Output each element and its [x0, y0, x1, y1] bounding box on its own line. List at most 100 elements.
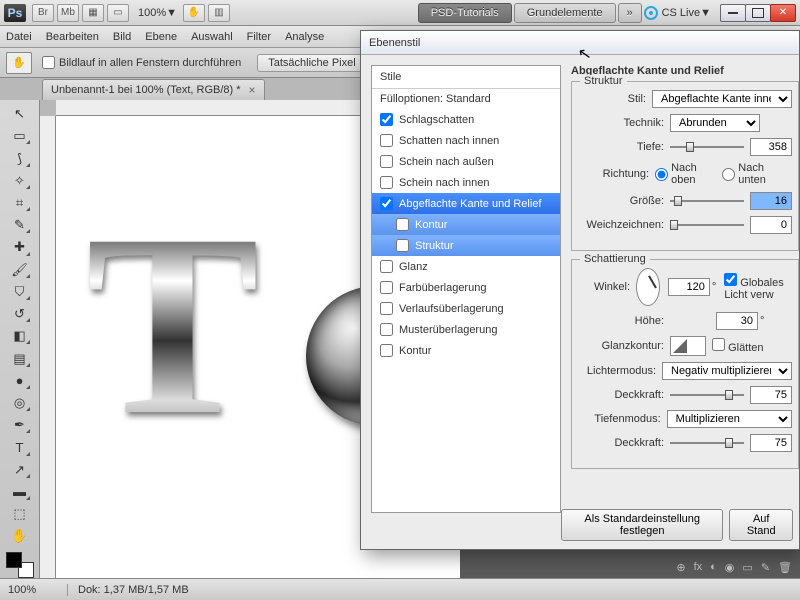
deck1-slider[interactable] — [670, 388, 744, 402]
dialog-footer: Als Standardeinstellung festlegen Auf St… — [561, 509, 793, 541]
eraser-tool[interactable]: ◧ — [8, 326, 32, 346]
new-layer-icon[interactable]: ✎ — [761, 561, 770, 574]
color-swatches[interactable] — [6, 552, 34, 578]
technik-select[interactable]: Abrunden — [670, 114, 760, 132]
lichtermodus-select[interactable]: Negativ multiplizieren — [662, 362, 792, 380]
healing-tool[interactable]: ✚ — [8, 237, 32, 257]
status-zoom[interactable]: 100% — [8, 584, 68, 596]
eyedropper-tool[interactable]: ✎ — [8, 215, 32, 235]
deck2-slider[interactable] — [670, 436, 744, 450]
blur-tool[interactable]: ● — [8, 371, 32, 391]
menu-analyse[interactable]: Analyse — [285, 31, 324, 43]
3d-tool[interactable]: ⬚ — [8, 504, 32, 524]
style-bevel-contour[interactable]: Kontur — [372, 214, 560, 235]
hand-tool-icon[interactable]: ✋ — [6, 52, 32, 74]
workspace-tab-grundelemente[interactable]: Grundelemente — [514, 3, 616, 23]
gloss-contour[interactable] — [670, 336, 706, 356]
mask-icon[interactable]: ◐ — [710, 561, 717, 574]
zoom-level[interactable]: 100% ▼ — [138, 7, 177, 19]
tiefenmodus-select[interactable]: Multiplizieren — [667, 410, 792, 428]
window-minimize[interactable] — [720, 4, 746, 22]
move-tool[interactable]: ↖ — [8, 104, 32, 124]
brush-tool[interactable]: 🖌 — [8, 260, 32, 280]
style-stroke[interactable]: Kontur — [372, 340, 560, 361]
groesse-label: Größe: — [578, 195, 664, 207]
marquee-tool[interactable]: ▭ — [8, 126, 32, 146]
shape-tool[interactable]: ▬ — [8, 482, 32, 502]
hand-tool[interactable]: ✋ — [8, 526, 32, 546]
groesse-slider[interactable] — [670, 194, 744, 208]
close-icon[interactable]: × — [249, 83, 256, 97]
struktur-group: Struktur Stil: Abgeflachte Kante innen T… — [571, 81, 799, 251]
style-color-overlay[interactable]: Farbüberlagerung — [372, 277, 560, 298]
dodge-tool[interactable]: ◎ — [8, 393, 32, 413]
crop-tool[interactable]: ⌗ — [8, 193, 32, 213]
arrange-button[interactable]: ▦ — [82, 4, 104, 22]
style-drop-shadow[interactable]: Schlagschatten — [372, 109, 560, 130]
history-brush-tool[interactable]: ↺ — [8, 304, 32, 324]
group-icon[interactable]: ▭ — [742, 561, 752, 574]
path-tool[interactable]: ↗ — [8, 460, 32, 480]
winkel-input[interactable] — [668, 278, 710, 296]
window-maximize[interactable] — [745, 4, 771, 22]
workspace-more[interactable]: » — [618, 3, 642, 23]
lasso-tool[interactable]: ⟆ — [8, 148, 32, 168]
gradient-tool[interactable]: ▤ — [8, 348, 32, 368]
scroll-all-windows-check[interactable]: Bildlauf in allen Fenstern durchführen — [42, 56, 241, 69]
style-inner-shadow[interactable]: Schatten nach innen — [372, 130, 560, 151]
style-settings: Abgeflachte Kante und Relief Struktur St… — [567, 55, 799, 513]
style-inner-glow[interactable]: Schein nach innen — [372, 172, 560, 193]
screenmode-button[interactable]: ▭ — [107, 4, 129, 22]
style-bevel[interactable]: Abgeflachte Kante und Relief — [372, 193, 560, 214]
wand-tool[interactable]: ✧ — [8, 171, 32, 191]
link-icon[interactable]: ⊕ — [676, 561, 685, 574]
menu-bearbeiten[interactable]: Bearbeiten — [46, 31, 99, 43]
fill-options-row[interactable]: Fülloptionen: Standard — [372, 89, 560, 109]
bridge-button[interactable]: Br — [32, 4, 54, 22]
style-bevel-texture[interactable]: Struktur — [372, 235, 560, 256]
glaetten-check[interactable]: Glätten — [712, 338, 764, 354]
hoehe-input[interactable] — [716, 312, 758, 330]
menu-auswahl[interactable]: Auswahl — [191, 31, 233, 43]
deck1-input[interactable] — [750, 386, 792, 404]
type-tool[interactable]: T — [8, 437, 32, 457]
style-gradient-overlay[interactable]: Verlaufsüberlagerung — [372, 298, 560, 319]
adjust-icon[interactable]: ◉ — [725, 561, 735, 574]
make-default-button[interactable]: Als Standardeinstellung festlegen — [561, 509, 723, 541]
deck2-input[interactable] — [750, 434, 792, 452]
groesse-input[interactable] — [750, 192, 792, 210]
document-tab[interactable]: Unbenannt-1 bei 100% (Text, RGB/8) * × — [42, 79, 265, 100]
pen-tool[interactable]: ✒ — [8, 415, 32, 435]
menu-ebene[interactable]: Ebene — [145, 31, 177, 43]
tiefe-slider[interactable] — [670, 140, 744, 154]
angle-dial[interactable] — [636, 268, 660, 306]
tiefe-input[interactable] — [750, 138, 792, 156]
menu-datei[interactable]: Datei — [6, 31, 32, 43]
weich-input[interactable] — [750, 216, 792, 234]
stamp-tool[interactable]: ⛉ — [8, 282, 32, 302]
window-close[interactable] — [770, 4, 796, 22]
trash-icon[interactable]: 🗑 — [778, 561, 792, 574]
menu-bild[interactable]: Bild — [113, 31, 131, 43]
style-satin[interactable]: Glanz — [372, 256, 560, 277]
style-pattern-overlay[interactable]: Musterüberlagerung — [372, 319, 560, 340]
style-outer-glow[interactable]: Schein nach außen — [372, 151, 560, 172]
weich-slider[interactable] — [670, 218, 744, 232]
richtung-down[interactable]: Nach unten — [722, 162, 782, 186]
canvas-text-t: T — [86, 176, 259, 475]
view-extras[interactable]: ▥ — [208, 4, 230, 22]
global-light-check[interactable]: Globales Licht verw — [724, 273, 792, 301]
stil-label: Stil: — [578, 93, 646, 105]
minibridge-button[interactable]: Mb — [57, 4, 79, 22]
stil-select[interactable]: Abgeflachte Kante innen — [652, 90, 792, 108]
styles-header[interactable]: Stile — [372, 66, 560, 89]
hand-shortcut[interactable]: ✋ — [183, 4, 205, 22]
fx-icon[interactable]: fx — [694, 561, 703, 574]
workspace-tab-tutorials[interactable]: PSD-Tutorials — [418, 3, 512, 23]
richtung-up[interactable]: Nach oben — [655, 162, 712, 186]
cs-live[interactable]: CS Live ▼ — [644, 6, 711, 20]
actual-pixels-button[interactable]: Tatsächliche Pixel — [257, 54, 366, 72]
reset-default-button[interactable]: Auf Stand — [729, 509, 793, 541]
menu-filter[interactable]: Filter — [247, 31, 271, 43]
hoehe-label: Höhe: — [578, 315, 664, 327]
